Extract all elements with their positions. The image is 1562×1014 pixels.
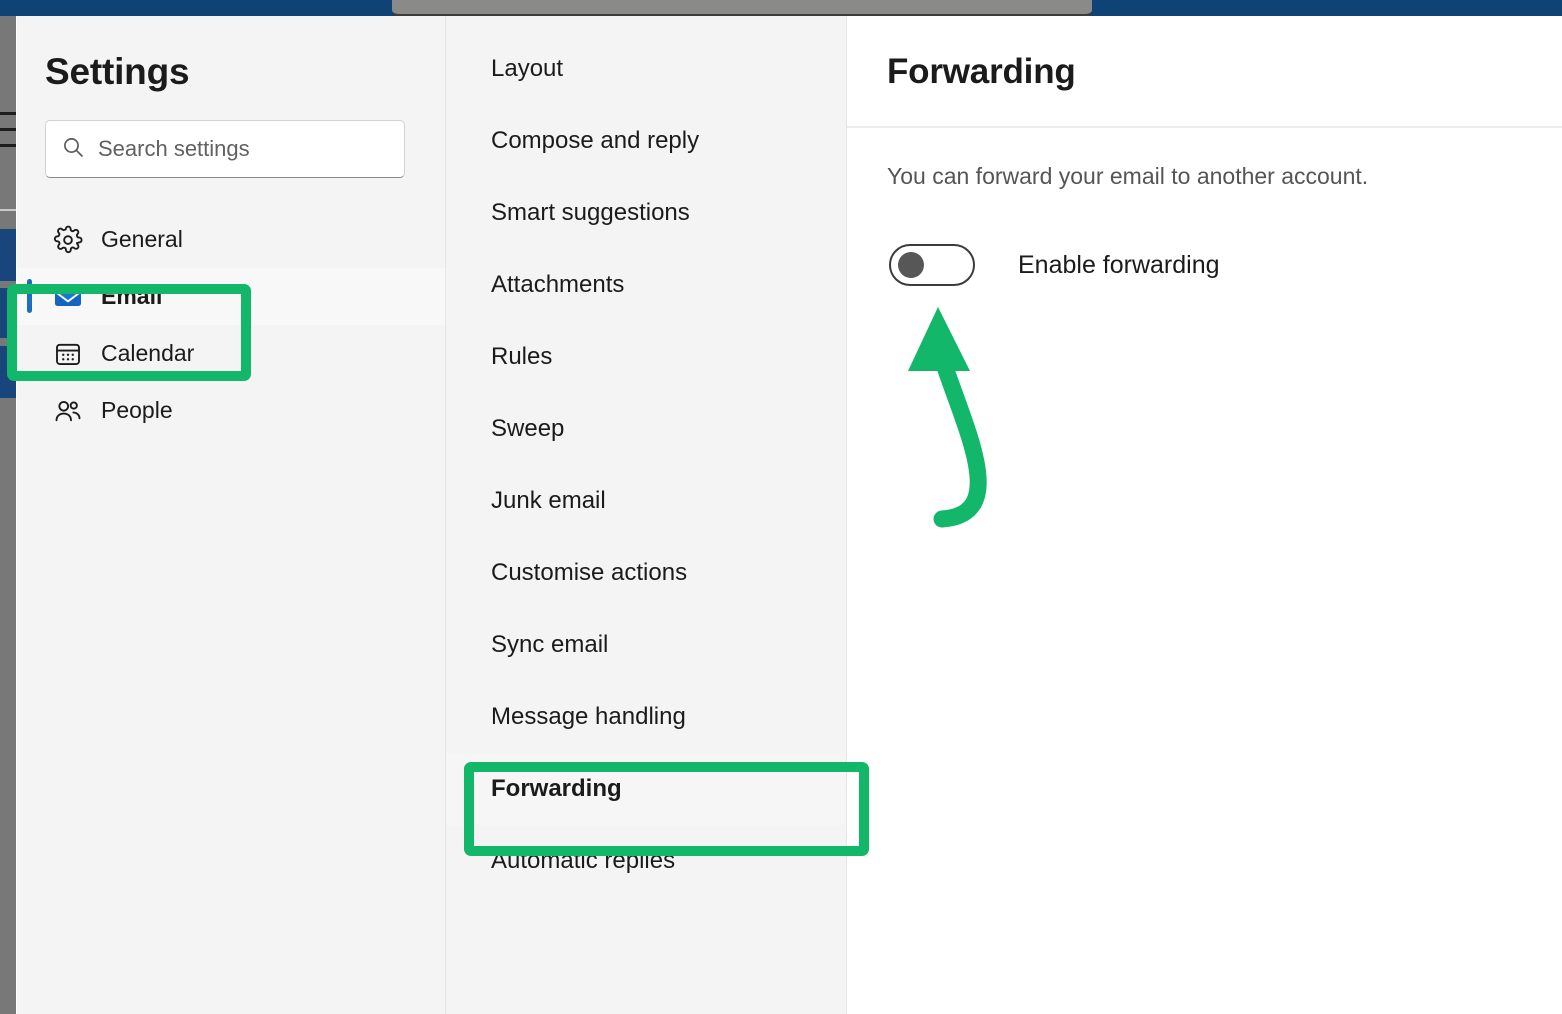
people-icon <box>51 396 85 426</box>
subnav-item-layout[interactable]: Layout <box>446 33 846 105</box>
settings-title: Settings <box>45 51 190 92</box>
subnav-item-message-handling[interactable]: Message handling <box>446 681 846 753</box>
rail-line <box>0 144 16 147</box>
sidebar-item-general[interactable]: General <box>17 211 445 268</box>
rail-block <box>0 229 16 281</box>
subnav-item-sweep[interactable]: Sweep <box>446 393 846 465</box>
sidebar-item-calendar[interactable]: Calendar <box>17 325 445 382</box>
enable-forwarding-row: Enable forwarding <box>889 244 1220 286</box>
subnav-item-attachments[interactable]: Attachments <box>446 249 846 321</box>
sidebar-item-label: Calendar <box>101 340 195 366</box>
background-tab-strip <box>392 0 1092 17</box>
detail-description: You can forward your email to another ac… <box>887 163 1369 189</box>
selection-indicator <box>27 279 32 313</box>
rail-separator <box>0 209 16 211</box>
title-divider <box>847 126 1562 128</box>
sidebar-item-people[interactable]: People <box>17 382 445 439</box>
settings-nav-column: Settings General <box>17 16 446 1014</box>
enable-forwarding-label: Enable forwarding <box>1018 250 1220 279</box>
sidebar-item-label: People <box>101 397 173 423</box>
rail-block <box>0 288 16 338</box>
calendar-icon <box>51 339 85 369</box>
search-settings-field[interactable] <box>45 120 405 178</box>
page-title: Forwarding <box>887 52 1076 91</box>
rail-block <box>0 346 16 398</box>
rail-line <box>0 128 16 131</box>
subnav-item-junk-email[interactable]: Junk email <box>446 465 846 537</box>
enable-forwarding-toggle[interactable] <box>889 244 975 286</box>
subnav-item-customise-actions[interactable]: Customise actions <box>446 537 846 609</box>
subnav-item-sync-email[interactable]: Sync email <box>446 609 846 681</box>
subnav-item-automatic-replies[interactable]: Automatic replies <box>446 825 846 897</box>
search-icon <box>62 136 84 163</box>
rail-line <box>0 112 16 115</box>
search-input[interactable] <box>98 136 388 162</box>
settings-dialog: Settings General <box>17 16 1562 1014</box>
subnav-item-rules[interactable]: Rules <box>446 321 846 393</box>
subnav-item-forwarding[interactable]: Forwarding <box>446 753 846 825</box>
envelope-icon <box>51 281 85 313</box>
toggle-knob <box>898 252 924 278</box>
settings-nav-list: General Email Calendar People <box>17 211 445 439</box>
gear-icon <box>51 225 85 255</box>
subnav-item-smart-suggestions[interactable]: Smart suggestions <box>446 177 846 249</box>
sidebar-item-label: General <box>101 226 183 252</box>
subnav-item-compose-and-reply[interactable]: Compose and reply <box>446 105 846 177</box>
background-left-rail <box>0 16 16 1014</box>
settings-subnav-column: Layout Compose and reply Smart suggestio… <box>446 16 847 1014</box>
settings-detail-panel: Forwarding You can forward your email to… <box>847 16 1562 1014</box>
sidebar-item-email[interactable]: Email <box>17 268 445 325</box>
sidebar-item-label: Email <box>101 283 163 309</box>
